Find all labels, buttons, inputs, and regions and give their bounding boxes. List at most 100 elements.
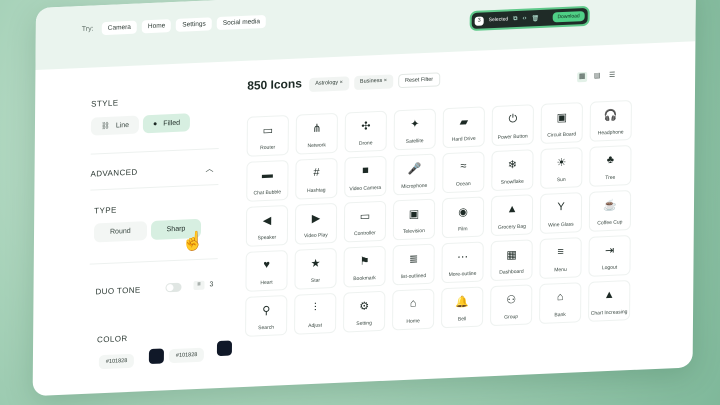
- snowflake-icon: ❄: [507, 158, 518, 172]
- duotone-toggle[interactable]: [165, 282, 182, 293]
- filter-label: Business: [359, 77, 383, 85]
- icon-tile-label: Logout: [601, 264, 618, 272]
- chip-camera[interactable]: Camera: [101, 20, 137, 36]
- icon-browser: 850 Icons Astrology × Business × Reset F…: [245, 60, 677, 337]
- chevron-up-icon[interactable]: ︿: [205, 163, 213, 174]
- download-button[interactable]: Download: [552, 11, 585, 23]
- router-icon: ▭: [262, 124, 274, 138]
- filter-astrology[interactable]: Astrology ×: [309, 76, 349, 93]
- icon-tile-bookmark[interactable]: ⚑ Bookmark: [343, 245, 386, 288]
- suggestion-chips: Camera Home Settings Social media: [101, 14, 267, 36]
- icon-tile-circuit-board[interactable]: ▣ Circuit Board: [540, 102, 583, 144]
- icon-tile-label: Bell: [457, 316, 467, 323]
- satellite-icon: ✦: [410, 118, 420, 131]
- compact-grid-icon[interactable]: ▤: [592, 71, 602, 81]
- icon-tile-controller[interactable]: ▭ Controller: [343, 200, 387, 243]
- icon-tile-drone[interactable]: ✣ Drone: [344, 110, 387, 153]
- icon-tile-snowflake[interactable]: ❄ Snowflake: [491, 149, 534, 192]
- icon-tile-more-outline[interactable]: ⋯ More-outline: [441, 241, 484, 284]
- icon-tile-label: Dashboard: [499, 268, 524, 276]
- icon-tile-logout[interactable]: ⇥ Logout: [588, 235, 631, 277]
- icons-count-title: 850 Icons: [247, 76, 302, 93]
- search-icon: ⚲: [262, 304, 271, 318]
- icon-tile-television[interactable]: ▣ Television: [392, 198, 436, 241]
- style-line-button[interactable]: ⛓ Line: [90, 115, 140, 136]
- icon-tile-chart-increasing[interactable]: ▲ Chart Increasing: [588, 280, 631, 322]
- duotone-title: DUO TONE: [95, 285, 141, 297]
- icon-tile-video-camera[interactable]: ■ Video Camera: [344, 155, 387, 198]
- trash-icon[interactable]: 🗑: [531, 15, 539, 22]
- color-title: COLOR: [97, 334, 128, 345]
- icon-tile-setting[interactable]: ⚙ Setting: [343, 290, 386, 333]
- primary-color-swatch[interactable]: [148, 348, 164, 365]
- icon-tile-grocery-bag[interactable]: ▲ Grocery Bag: [490, 194, 534, 237]
- list-view-icon[interactable]: ☰: [607, 71, 617, 81]
- icon-tile-chat-bubble[interactable]: ▬ Chat Bubble: [246, 159, 289, 202]
- controller-icon: ▭: [359, 210, 371, 223]
- icon-tile-star[interactable]: ★ Star: [294, 247, 337, 290]
- type-round-button[interactable]: Round: [93, 221, 147, 243]
- secondary-color-field[interactable]: #101828: [168, 347, 205, 364]
- icon-tile-home[interactable]: ⌂ Home: [392, 288, 435, 331]
- code-icon[interactable]: ‹›: [522, 16, 526, 22]
- icon-tile-label: Satellite: [405, 138, 424, 145]
- grid-view-icon[interactable]: ▦: [577, 71, 588, 83]
- divider: [90, 184, 219, 191]
- chip-social-media[interactable]: Social media: [216, 14, 267, 31]
- grocery-bag-icon: ▲: [506, 202, 518, 216]
- icon-tile-network[interactable]: ⋔ Network: [295, 112, 338, 155]
- app-window: Try: Camera Home Settings Social media 3…: [32, 0, 696, 397]
- icon-tile-film[interactable]: ◉ Film: [441, 196, 485, 239]
- icon-tile-bell[interactable]: 🔔 Bell: [441, 286, 484, 329]
- chip-settings[interactable]: Settings: [176, 17, 212, 32]
- selection-bar: 3 Selected ⧉ ‹› 🗑 Download: [471, 7, 588, 29]
- icon-tile-video-play[interactable]: ▶ Video Play: [294, 202, 338, 245]
- secondary-color-swatch[interactable]: [216, 340, 233, 357]
- try-label: Try:: [81, 25, 94, 34]
- copy-icon[interactable]: ⧉: [513, 15, 517, 22]
- icon-tile-router[interactable]: ▭ Router: [246, 114, 289, 157]
- filter-business[interactable]: Business ×: [353, 74, 394, 91]
- icon-tile-headphone[interactable]: 🎧 Headphone: [589, 99, 632, 142]
- sun-icon: ☀: [556, 156, 567, 170]
- icon-tile-ocean[interactable]: ≈ Ocean: [442, 151, 485, 194]
- icon-tile-group[interactable]: ⚇ Group: [490, 284, 533, 327]
- icon-tile-adjust[interactable]: ⫶ Adjust: [294, 292, 337, 335]
- icon-tile-search[interactable]: ⚲ Search: [245, 295, 288, 337]
- duotone-stepper[interactable]: ≡ 3: [193, 280, 213, 291]
- icon-tile-hashtag[interactable]: # Hashtag: [295, 157, 338, 200]
- icon-tile-wine-glass[interactable]: Y Wine Glass: [539, 192, 583, 235]
- icon-tile-heart[interactable]: ♥ Heart: [245, 250, 288, 292]
- icon-tile-menu[interactable]: ≡ Menu: [539, 237, 582, 280]
- style-filled-label: Filled: [163, 119, 181, 127]
- primary-color-field[interactable]: #101828: [98, 353, 135, 370]
- icon-tile-satellite[interactable]: ✦ Satellite: [393, 108, 436, 151]
- icon-tile-label: More-outline: [448, 270, 477, 278]
- hard-drive-icon: ▰: [459, 116, 469, 129]
- icon-tile-hard-drive[interactable]: ▰ Hard Drive: [442, 106, 485, 149]
- icon-tile-coffee-cup[interactable]: ☕ Coffee Cup: [588, 190, 632, 232]
- icon-tile-list-outlined[interactable]: ≣ list-outlined: [392, 243, 435, 286]
- reset-filter-button[interactable]: Reset Filter: [397, 72, 441, 89]
- icon-tile-microphone[interactable]: 🎤 Microphone: [393, 153, 436, 196]
- icon-tile-sun[interactable]: ☀ Sun: [540, 147, 583, 189]
- active-filters: Astrology × Business × Reset Filter: [309, 72, 441, 93]
- more-outline-icon: ⋯: [457, 251, 469, 264]
- icon-tile-label: Home: [406, 318, 420, 325]
- close-icon[interactable]: ×: [340, 80, 343, 86]
- icon-tile-label: Headphone: [597, 129, 624, 137]
- close-icon[interactable]: ×: [384, 78, 387, 84]
- icon-tile-label: Network: [307, 142, 326, 150]
- logout-icon: ⇥: [604, 244, 615, 258]
- chip-home[interactable]: Home: [141, 19, 172, 34]
- style-filled-button[interactable]: ● Filled: [142, 113, 191, 134]
- tree-icon: ♣: [606, 153, 615, 167]
- icon-tile-bank[interactable]: ⌂ Bank: [539, 282, 582, 325]
- filter-label: Astrology: [315, 79, 339, 87]
- icon-tile-dashboard[interactable]: ▦ Dashboard: [490, 239, 533, 282]
- icon-tile-power-button[interactable]: ⏻ Power Button: [491, 104, 534, 147]
- selected-label: Selected: [488, 16, 509, 24]
- icon-tile-tree[interactable]: ♣ Tree: [589, 144, 632, 187]
- bank-icon: ⌂: [556, 290, 564, 304]
- icon-tile-speaker[interactable]: ◀ Speaker: [245, 204, 289, 247]
